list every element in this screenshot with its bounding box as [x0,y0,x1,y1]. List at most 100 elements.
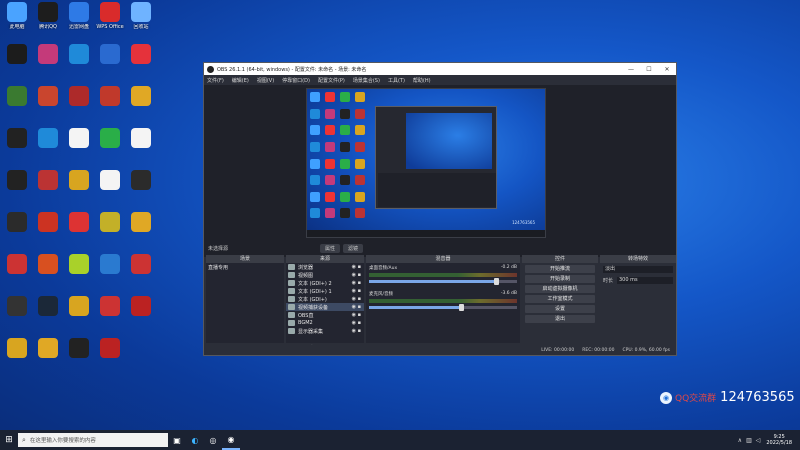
desktop-app-icon[interactable] [0,254,34,276]
desktop-app-icon[interactable] [62,338,96,360]
duration-input[interactable]: 300 ms [617,277,673,284]
desktop-nzxt-icon[interactable] [0,170,34,192]
preview-canvas[interactable]: 124763565 [306,88,546,238]
desktop-obs-icon[interactable] [124,170,158,192]
menu-file[interactable]: 文件(F) [207,77,224,84]
desktop-app-icon[interactable] [0,86,34,108]
transition-select[interactable]: 淡出 [603,266,673,273]
obs-taskbar-icon[interactable]: ◉ [222,430,240,450]
menu-scene-collection[interactable]: 场景集合(S) [353,77,380,84]
desktop-app-icon[interactable] [62,296,96,318]
source-item[interactable]: 文本 (GDI+) ◉ ▪ [286,295,364,303]
volume-slider[interactable] [369,278,517,285]
desktop-qq-icon[interactable]: 腾讯QQ [31,2,65,30]
desktop-app-icon[interactable] [93,338,127,360]
desktop-app-icon[interactable] [124,254,158,276]
source-item[interactable]: OBS直 ◉ ▪ [286,311,364,319]
visibility-lock-icon[interactable]: ◉ ▪ [352,264,361,270]
start-virtual-camera-button[interactable]: 启动虚拟摄像机 [525,285,595,293]
source-item[interactable]: 视频图 ◉ ▪ [286,271,364,279]
visibility-lock-icon[interactable]: ◉ ▪ [352,272,361,278]
desktop-edge-icon[interactable] [31,128,65,150]
desktop-app-icon[interactable] [62,170,96,192]
windows-start-icon[interactable]: ⊞ [0,430,18,450]
source-item[interactable]: 视频捕获设备 ◉ ▪ [286,303,364,311]
chevron-up-icon[interactable]: ∧ [738,437,742,444]
desktop-file-icon[interactable] [62,128,96,150]
visibility-lock-icon[interactable]: ◉ ▪ [352,320,361,326]
visibility-lock-icon[interactable]: ◉ ▪ [352,280,361,286]
filters-button[interactable]: 滤镜 [343,244,364,253]
desktop-app-icon[interactable] [93,296,127,318]
desktop-app-icon[interactable] [31,170,65,192]
menu-view[interactable]: 视图(V) [257,77,274,84]
desktop-app-icon[interactable] [62,212,96,234]
desktop-app-icon[interactable] [93,44,127,66]
menu-docks[interactable]: 停靠窗口(D) [282,77,310,84]
desktop-app-icon[interactable] [124,86,158,108]
desktop-app-icon[interactable] [124,212,158,234]
desktop-wechat-icon[interactable] [93,128,127,150]
task-view-icon[interactable]: ▣ [168,430,186,450]
source-item[interactable]: 文本 (GDI+) 1 ◉ ▪ [286,287,364,295]
visibility-lock-icon[interactable]: ◉ ▪ [352,296,361,302]
steam-taskbar-icon[interactable]: ◎ [204,430,222,450]
desktop-app-icon[interactable] [93,86,127,108]
source-item[interactable]: 文本 (GDI+) 2 ◉ ▪ [286,279,364,287]
edge-taskbar-icon[interactable]: ◐ [186,430,204,450]
desktop-app-icon[interactable] [62,86,96,108]
desktop-music-icon[interactable] [124,44,158,66]
clock[interactable]: 9:25 2022/5/18 [766,434,792,446]
start-recording-button[interactable]: 开始录制 [525,275,595,283]
studio-mode-button[interactable]: 工作室模式 [525,295,595,303]
desktop-edge-icon[interactable] [62,44,96,66]
menu-edit[interactable]: 编辑(E) [232,77,249,84]
desktop-app-icon[interactable] [0,338,34,360]
desktop-app-icon[interactable] [31,338,65,360]
desktop-app-icon[interactable] [0,296,34,318]
search-box[interactable]: ⌕ 在这里输入你要搜索的内容 [18,433,168,447]
desktop-steam-icon[interactable] [31,296,65,318]
settings-button[interactable]: 设置 [525,305,595,313]
desktop-app-icon[interactable] [0,44,34,66]
maximize-icon[interactable]: ☐ [640,63,658,75]
menu-profile[interactable]: 配置文件(P) [318,77,345,84]
visibility-lock-icon[interactable]: ◉ ▪ [352,288,361,294]
mini-app-icon [355,208,365,219]
desktop-app-icon[interactable] [93,212,127,234]
source-item[interactable]: 显示器采集 ◉ ▪ [286,327,364,335]
desktop-computer-icon[interactable]: 此电脑 [0,2,34,30]
properties-button[interactable]: 属性 [320,244,341,253]
close-icon[interactable]: ✕ [658,63,676,75]
volume-slider[interactable] [369,304,517,311]
desktop-app-icon[interactable] [62,254,96,276]
desktop-app-icon[interactable] [93,254,127,276]
desktop-cloud-icon[interactable]: 迅雷网盘 [62,2,96,30]
obs-icon [7,212,27,232]
desktop-wps-icon[interactable]: WPS Office [93,2,127,30]
desktop-app-icon[interactable] [31,44,65,66]
source-item[interactable]: 浏览器 ◉ ▪ [286,263,364,271]
menu-tools[interactable]: 工具(T) [388,77,405,84]
desktop-obs-icon[interactable] [0,212,34,234]
window-titlebar[interactable]: OBS 26.1.1 (64-bit, windows) - 配置文件: 未命名… [204,63,676,75]
desktop-app-icon[interactable] [31,212,65,234]
visibility-lock-icon[interactable]: ◉ ▪ [352,328,361,334]
desktop-recycle-bin-icon[interactable]: 回收站 [124,2,158,30]
desktop-app-icon[interactable] [124,296,158,318]
menu-help[interactable]: 帮助(H) [413,77,431,84]
desktop-game-icon[interactable] [31,86,65,108]
visibility-lock-icon[interactable]: ◉ ▪ [352,312,361,318]
exit-button[interactable]: 退出 [525,315,595,323]
start-streaming-button[interactable]: 开始推流 [525,265,595,273]
visibility-lock-icon[interactable]: ◉ ▪ [352,304,361,310]
volume-icon[interactable]: ◁ [756,437,761,444]
desktop-app-icon[interactable] [0,128,34,150]
desktop-app-icon[interactable] [31,254,65,276]
desktop-file-icon[interactable] [124,128,158,150]
source-item[interactable]: BGM2 ◉ ▪ [286,319,364,327]
scene-item[interactable]: 直播专用 [206,263,284,271]
minimize-icon[interactable]: — [622,63,640,75]
network-icon[interactable]: ▥ [746,437,752,444]
desktop-file-icon[interactable] [93,170,127,192]
